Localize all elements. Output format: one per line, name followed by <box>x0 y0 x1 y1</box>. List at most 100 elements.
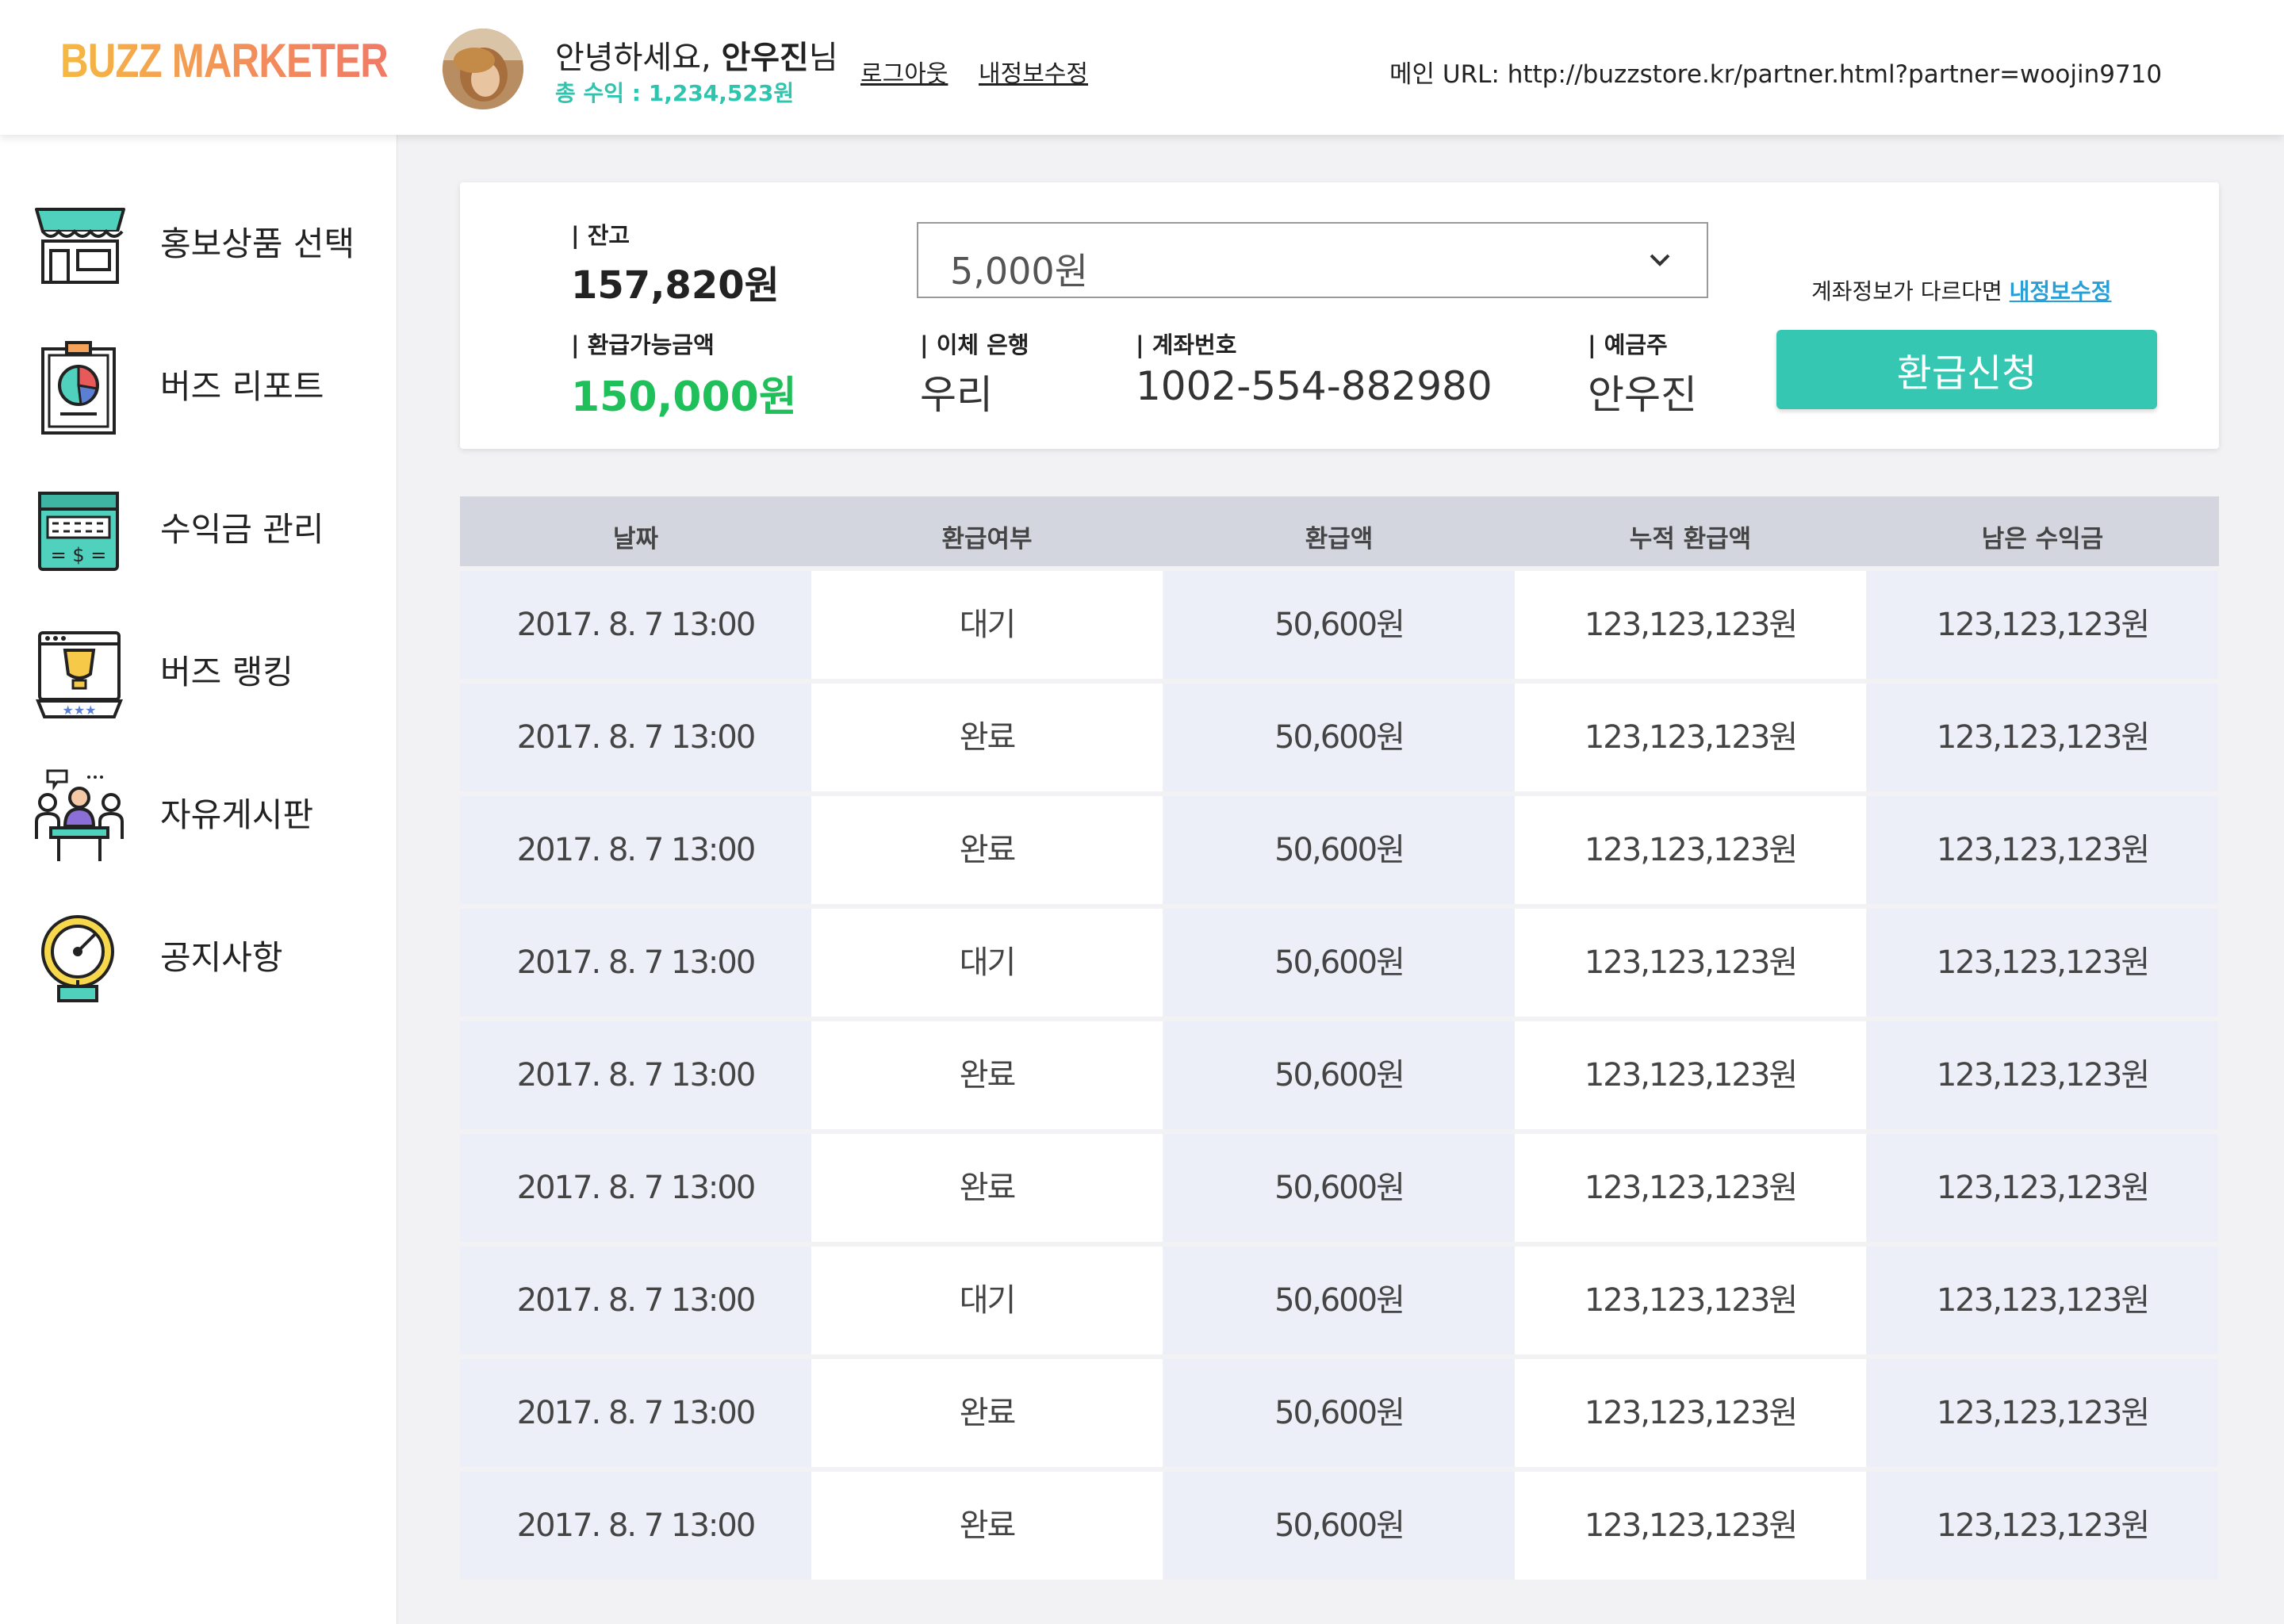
logo[interactable]: BUZZ MARKETER <box>60 33 389 88</box>
logout-link[interactable]: 로그아웃 <box>860 54 948 89</box>
edit-profile-link[interactable]: 내정보수정 <box>979 54 1088 89</box>
column-header-remaining: 남은 수익금 <box>1981 525 2104 553</box>
cell-remaining: 123,123,123원 <box>1867 1134 2218 1242</box>
cell-status: 완료 <box>811 796 1163 904</box>
greeting: 안녕하세요, 안우진님 <box>555 40 838 76</box>
report-icon <box>41 341 116 435</box>
table-row: 2017. 8. 7 13:00 완료 50,600원 123,123,123원 123… <box>460 1354 2219 1467</box>
cell-date: 2017. 8. 7 13:00 <box>460 1021 811 1129</box>
cell-date: 2017. 8. 7 13:00 <box>460 1134 811 1242</box>
table-row: 2017. 8. 7 13:00 대기 50,600원 123,123,123원 123… <box>460 1242 2219 1354</box>
sidebar-item-revenue[interactable]: = $ = 수익금 관리 <box>0 468 397 579</box>
table-row: 2017. 8. 7 13:00 완료 50,600원 123,123,123원 123… <box>460 1467 2219 1580</box>
cell-status: 완료 <box>811 1134 1163 1242</box>
balance-label: | 잔고 <box>571 222 630 249</box>
cell-remaining: 123,123,123원 <box>1867 1021 2218 1129</box>
cell-cumulative: 123,123,123원 <box>1515 1472 1866 1580</box>
cell-remaining: 123,123,123원 <box>1867 909 2218 1017</box>
holder-value: 안우진 <box>1588 372 1697 418</box>
cell-cumulative: 123,123,123원 <box>1515 684 1866 791</box>
cell-cumulative: 123,123,123원 <box>1515 571 1866 679</box>
holder-label: | 예금주 <box>1588 331 1668 358</box>
user-name: 안우진 <box>721 40 809 76</box>
column-header-status: 환급여부 <box>941 525 1033 553</box>
money-icon: = $ = <box>38 492 119 571</box>
cell-cumulative: 123,123,123원 <box>1515 909 1866 1017</box>
svg-text:★★★: ★★★ <box>62 703 96 718</box>
refund-request-button[interactable]: 환급신청 <box>1776 330 2157 409</box>
sidebar-item-label: 공지사항 <box>160 938 283 977</box>
cell-date: 2017. 8. 7 13:00 <box>460 684 811 791</box>
table-body: 2017. 8. 7 13:00 대기 50,600원 123,123,123원 123… <box>460 566 2219 1580</box>
column-header-cumulative: 누적 환급액 <box>1629 525 1752 553</box>
bell-icon <box>41 915 114 1002</box>
refundable-value: 150,000원 <box>571 373 797 421</box>
cell-cumulative: 123,123,123원 <box>1515 1359 1866 1467</box>
sidebar-item-label: 홍보상품 선택 <box>160 224 355 263</box>
cell-date: 2017. 8. 7 13:00 <box>460 1472 811 1580</box>
cell-status: 대기 <box>811 909 1163 1017</box>
cell-amount: 50,600원 <box>1163 1021 1515 1129</box>
table-row: 2017. 8. 7 13:00 완료 50,600원 123,123,123원 123… <box>460 1129 2219 1242</box>
cell-remaining: 123,123,123원 <box>1867 684 2218 791</box>
cell-status: 완료 <box>811 1359 1163 1467</box>
cell-date: 2017. 8. 7 13:00 <box>460 571 811 679</box>
sidebar-item-label: 수익금 관리 <box>160 510 324 549</box>
refund-amount-select[interactable]: 5,000원 <box>917 222 1708 298</box>
cell-amount: 50,600원 <box>1163 684 1515 791</box>
sidebar-item-board[interactable]: 자유게시판 <box>0 753 397 864</box>
table-header: 날짜 환급여부 환급액 누적 환급액 남은 수익금 <box>460 496 2219 566</box>
cell-cumulative: 123,123,123원 <box>1515 1247 1866 1354</box>
top-header: BUZZ MARKETER 안녕하세요, 안우진님 총 수익 : 1,234,5… <box>0 0 2284 135</box>
sidebar-item-ranking[interactable]: ★★★ 버즈 랭킹 <box>0 611 397 722</box>
store-icon <box>35 208 125 284</box>
account-hint: 계좌정보가 다르다면 내정보수정 <box>1811 278 2112 304</box>
cell-amount: 50,600원 <box>1163 909 1515 1017</box>
sidebar-item-label: 버즈 랭킹 <box>160 653 293 691</box>
cell-amount: 50,600원 <box>1163 1359 1515 1467</box>
cell-date: 2017. 8. 7 13:00 <box>460 909 811 1017</box>
cell-remaining: 123,123,123원 <box>1867 1472 2218 1580</box>
sidebar-item-label: 자유게시판 <box>160 795 314 834</box>
account-label: | 계좌번호 <box>1136 331 1237 358</box>
balance-value: 157,820원 <box>571 263 780 308</box>
cell-status: 대기 <box>811 1247 1163 1354</box>
cell-amount: 50,600원 <box>1163 1472 1515 1580</box>
sidebar-item-report[interactable]: 버즈 리포트 <box>0 325 397 436</box>
cell-remaining: 123,123,123원 <box>1867 796 2218 904</box>
main-url: 메인 URL: http://buzzstore.kr/partner.html… <box>1389 60 2163 89</box>
cell-amount: 50,600원 <box>1163 1134 1515 1242</box>
refundable-label: | 환급가능금액 <box>571 331 715 358</box>
table-row: 2017. 8. 7 13:00 대기 50,600원 123,123,123원 123… <box>460 566 2219 679</box>
cell-cumulative: 123,123,123원 <box>1515 1021 1866 1129</box>
sidebar-item-promo[interactable]: 홍보상품 선택 <box>0 182 397 293</box>
cell-remaining: 123,123,123원 <box>1867 1247 2218 1354</box>
cell-status: 완료 <box>811 1472 1163 1580</box>
trophy-icon: ★★★ <box>36 631 123 718</box>
column-header-amount: 환급액 <box>1305 525 1374 553</box>
chevron-down-icon <box>1650 254 1670 266</box>
cell-status: 완료 <box>811 684 1163 791</box>
cell-status: 완료 <box>811 1021 1163 1129</box>
cell-status: 대기 <box>811 571 1163 679</box>
column-header-date: 날짜 <box>612 525 659 553</box>
cell-date: 2017. 8. 7 13:00 <box>460 1247 811 1354</box>
refund-history-table: 날짜 환급여부 환급액 누적 환급액 남은 수익금 2017. 8. 7 13:… <box>460 496 2219 1580</box>
avatar[interactable] <box>443 29 523 109</box>
edit-profile-link[interactable]: 내정보수정 <box>2010 278 2112 304</box>
cell-amount: 50,600원 <box>1163 796 1515 904</box>
table-row: 2017. 8. 7 13:00 대기 50,600원 123,123,123원 123… <box>460 904 2219 1017</box>
bank-label: | 이체 은행 <box>920 331 1029 358</box>
svg-text:= $ =: = $ = <box>51 544 107 566</box>
bank-value: 우리 <box>920 372 993 418</box>
table-row: 2017. 8. 7 13:00 완료 50,600원 123,123,123원 123… <box>460 1017 2219 1129</box>
cell-amount: 50,600원 <box>1163 1247 1515 1354</box>
cell-cumulative: 123,123,123원 <box>1515 1134 1866 1242</box>
cell-amount: 50,600원 <box>1163 571 1515 679</box>
sidebar-item-notice[interactable]: 공지사항 <box>0 896 397 1007</box>
cell-remaining: 123,123,123원 <box>1867 1359 2218 1467</box>
table-row: 2017. 8. 7 13:00 완료 50,600원 123,123,123원 123… <box>460 791 2219 904</box>
sidebar: 홍보상품 선택 버즈 리포트 = $ = 수익금 관리 ★★★ 버즈 랭킹 자유… <box>0 135 397 1624</box>
total-earnings: 총 수익 : 1,234,523원 <box>555 80 795 106</box>
cell-cumulative: 123,123,123원 <box>1515 796 1866 904</box>
